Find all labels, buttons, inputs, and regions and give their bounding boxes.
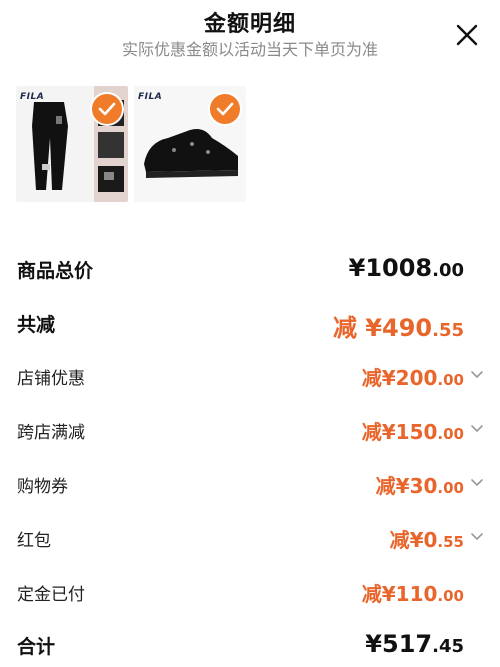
- red-packet-value: 减¥0.55: [389, 528, 464, 552]
- row-store-discount[interactable]: 店铺优惠 减¥200.00: [0, 356, 500, 396]
- product-thumb-sneaker[interactable]: FILA: [134, 86, 246, 202]
- row-total-price: 商品总价 ¥1008.00: [0, 248, 500, 288]
- row-total-reduced: 共减 减 ¥490.55: [0, 302, 500, 342]
- chevron-down-icon[interactable]: [470, 532, 484, 542]
- brand-logo: FILA: [138, 92, 163, 102]
- shopping-voucher-value: 减¥30.00: [375, 474, 464, 498]
- chevron-down-icon[interactable]: [470, 370, 484, 380]
- total-price-label: 商品总价: [17, 260, 94, 282]
- product-thumbnails: FILA FILA: [16, 86, 256, 202]
- selected-check-icon[interactable]: [90, 92, 124, 126]
- row-grand-total: 合计 ¥517.45: [0, 624, 500, 664]
- product-thumb-pants[interactable]: FILA: [16, 86, 128, 202]
- row-cross-store-discount[interactable]: 跨店满减 减¥150.00: [0, 410, 500, 450]
- page-title: 金额明细: [203, 12, 296, 37]
- row-deposit-paid: 定金已付 减¥110.00: [0, 572, 500, 612]
- cross-store-discount-value: 减¥150.00: [361, 420, 464, 444]
- row-shopping-voucher[interactable]: 购物券 减¥30.00: [0, 464, 500, 504]
- header: 金额明细 实际优惠金额以活动当天下单页为准: [0, 0, 500, 64]
- chevron-down-icon[interactable]: [470, 478, 484, 488]
- row-red-packet[interactable]: 红包 减¥0.55: [0, 518, 500, 558]
- total-price-value: ¥1008.00: [348, 254, 464, 282]
- grand-total-label: 合计: [17, 636, 56, 658]
- brand-logo: FILA: [20, 92, 45, 102]
- chevron-down-icon[interactable]: [470, 424, 484, 434]
- selected-check-icon[interactable]: [208, 92, 242, 126]
- deposit-paid-value: 减¥110.00: [361, 582, 464, 606]
- total-reduced-value: 减 ¥490.55: [332, 314, 464, 342]
- close-icon[interactable]: [454, 22, 480, 48]
- page-subtitle: 实际优惠金额以活动当天下单页为准: [121, 40, 378, 59]
- store-discount-value: 减¥200.00: [361, 366, 464, 390]
- total-reduced-label: 共减: [17, 314, 56, 336]
- grand-total-value: ¥517.45: [365, 630, 464, 658]
